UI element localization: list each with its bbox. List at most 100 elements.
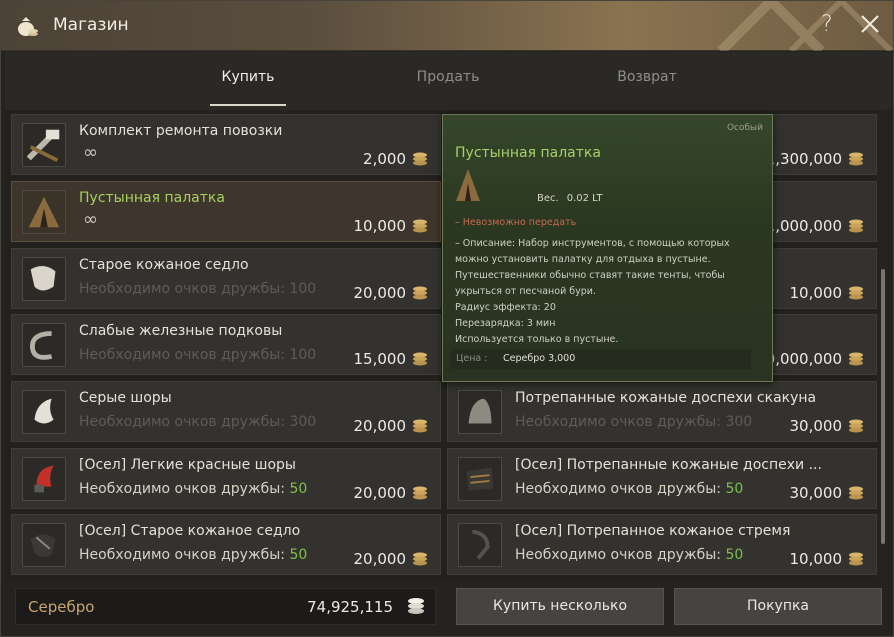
item-price: 20,000 <box>353 550 407 568</box>
silver-value: 74,925,115 <box>307 598 393 616</box>
donkey-armor-icon <box>458 457 502 501</box>
tooltip-item-name: Пустынная палатка <box>455 145 601 161</box>
item-price: 2,000 <box>363 150 406 168</box>
tooltip-weight: Вес. 0.02 LT <box>537 193 603 204</box>
item-price: 20,000 <box>353 484 407 502</box>
item-price: 30,000 <box>789 484 843 502</box>
friendship-requirement: Необходимо очков дружбы: 50 <box>515 547 744 563</box>
item-tooltip: Особый Пустынная палатка Вес. 0.02 LT – Н… <box>442 114 773 382</box>
window-title: Магазин <box>53 15 129 35</box>
item-name: [Осел] Легкие красные шоры <box>79 457 296 473</box>
item-name: Слабые железные подковы <box>79 323 283 339</box>
tooltip-price-label: Цена : <box>456 353 488 364</box>
list-item[interactable]: Комплект ремонта повозки ∞ 2,000 <box>11 114 441 175</box>
silver-coin-icon <box>413 152 427 166</box>
tab-return[interactable]: Возврат <box>587 69 707 85</box>
item-price: 20,000 <box>353 417 407 435</box>
list-item[interactable]: Серые шоры Необходимо очков дружбы: 300 … <box>11 381 441 442</box>
silver-coin-icon <box>849 152 863 166</box>
tab-buy[interactable]: Купить <box>188 69 308 85</box>
leather-horse-armor-icon <box>458 390 502 434</box>
friendship-requirement: Необходимо очков дружбы: 100 <box>79 281 317 297</box>
close-icon[interactable] <box>859 13 881 35</box>
list-item[interactable]: Старое кожаное седло Необходимо очков др… <box>11 248 441 309</box>
silver-coin-icon <box>849 352 863 366</box>
silver-stack-icon <box>408 598 424 614</box>
friendship-requirement: Необходимо очков дружбы: 300 <box>79 414 317 430</box>
active-tab-underline <box>210 104 286 106</box>
friendship-requirement: Необходимо очков дружбы: 300 <box>515 414 753 430</box>
silver-label: Серебро <box>28 598 95 616</box>
tooltip-description-1: – Описание: Набор инструментов, с помощь… <box>455 238 730 249</box>
money-bag-icon <box>18 17 38 36</box>
tooltip-grade: Особый <box>726 123 763 133</box>
tooltip-untradeable: – Невозможно передать <box>455 217 577 228</box>
item-price: 10,000 <box>353 217 407 235</box>
stock-unlimited: ∞ <box>83 209 98 230</box>
silver-coin-icon <box>413 219 427 233</box>
leather-saddle-icon <box>22 257 66 301</box>
donkey-saddle-icon <box>22 523 66 567</box>
tooltip-cooldown: Перезарядка: 3 мин <box>455 318 556 329</box>
item-price: 30,000 <box>789 417 843 435</box>
stirrup-icon <box>458 523 502 567</box>
buy-multiple-button[interactable]: Купить несколько <box>456 588 664 625</box>
list-item[interactable]: [Осел] Потрепанное кожаное стремя Необхо… <box>447 514 877 575</box>
horseshoe-icon <box>22 323 66 367</box>
item-name: Старое кожаное седло <box>79 257 249 273</box>
list-item[interactable]: [Осел] Потрепанные кожаные доспехи ... Н… <box>447 448 877 509</box>
stock-unlimited: ∞ <box>83 142 98 163</box>
red-blinders-icon <box>22 457 66 501</box>
item-price: 15,000 <box>353 350 407 368</box>
silver-coin-icon <box>413 486 427 500</box>
tooltip-description-2: можно установить палатку для отдыха в пу… <box>455 254 711 265</box>
item-name: Комплект ремонта повозки <box>79 123 283 139</box>
wagon-repair-kit-icon <box>22 123 66 167</box>
friendship-requirement: Необходимо очков дружбы: 50 <box>79 547 308 563</box>
list-item-selected[interactable]: Пустынная палатка ∞ 10,000 <box>11 181 441 242</box>
item-price: 1,300,000 <box>765 150 842 168</box>
list-item[interactable]: [Осел] Легкие красные шоры Необходимо оч… <box>11 448 441 509</box>
silver-coin-icon <box>413 352 427 366</box>
item-name: [Осел] Старое кожаное седло <box>79 523 301 539</box>
silver-balance: Серебро 74,925,115 <box>15 588 436 625</box>
silver-coin-icon <box>413 419 427 433</box>
list-scrollbar[interactable] <box>881 269 885 544</box>
item-price: 20,000 <box>353 284 407 302</box>
silver-coin-icon <box>849 486 863 500</box>
grey-blinders-icon <box>22 390 66 434</box>
item-price: 10,000 <box>789 550 843 568</box>
item-name: Серые шоры <box>79 390 172 406</box>
friendship-requirement: Необходимо очков дружбы: 100 <box>79 347 317 363</box>
silver-coin-icon <box>849 286 863 300</box>
tooltip-price: Цена : Серебро 3,000 <box>451 349 751 369</box>
item-price: 10,000 <box>789 284 843 302</box>
item-name: Потрепанные кожаные доспехи скакуна <box>515 390 817 406</box>
tooltip-usage: Используется только в пустыне. <box>455 334 619 345</box>
tooltip-description-3: Путешественники обычно ставят такие тент… <box>455 270 725 281</box>
friendship-requirement: Необходимо очков дружбы: 50 <box>515 481 744 497</box>
purchase-button[interactable]: Покупка <box>674 588 882 625</box>
desert-tent-icon <box>22 190 66 234</box>
silver-coin-icon <box>413 552 427 566</box>
desert-tent-icon <box>456 169 480 201</box>
tab-bar: Купить Продать Возврат <box>5 52 891 110</box>
tooltip-description-4: укрыться от песчаной бури. <box>455 286 596 297</box>
list-item[interactable]: Слабые железные подковы Необходимо очков… <box>11 314 441 375</box>
item-name: Пустынная палатка <box>79 190 225 206</box>
friendship-requirement: Необходимо очков дружбы: 50 <box>79 481 308 497</box>
tab-sell[interactable]: Продать <box>388 69 508 85</box>
help-icon[interactable]: ? <box>821 12 833 37</box>
item-name: [Осел] Потрепанное кожаное стремя <box>515 523 791 539</box>
silver-coin-icon <box>849 219 863 233</box>
tooltip-price-value: Серебро 3,000 <box>503 353 576 364</box>
footer: Серебро 74,925,115 Купить несколько Поку… <box>1 581 893 636</box>
silver-coin-icon <box>849 419 863 433</box>
shop-window: Магазин ? Купить Продать Возврат Комплек… <box>0 0 894 637</box>
item-name: [Осел] Потрепанные кожаные доспехи ... <box>515 457 822 473</box>
title-bar[interactable]: Магазин ? <box>1 1 893 51</box>
list-item[interactable]: Потрепанные кожаные доспехи скакуна Необ… <box>447 381 877 442</box>
silver-coin-icon <box>413 286 427 300</box>
list-item[interactable]: [Осел] Старое кожаное седло Необходимо о… <box>11 514 441 575</box>
tooltip-radius: Радиус эффекта: 20 <box>455 302 556 313</box>
